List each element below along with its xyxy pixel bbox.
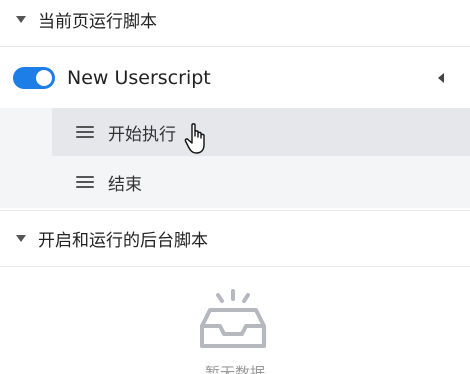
expand-triangle-icon [16, 15, 26, 23]
current-page-scripts-header[interactable]: 当前页运行脚本 [0, 0, 470, 38]
menu-item-label: 开始执行 [108, 124, 176, 145]
divider [0, 210, 470, 211]
popup-panel: 当前页运行脚本 New Userscript 开始执行 结束 开启和运行的后台脚… [0, 0, 470, 374]
divider [0, 46, 470, 47]
script-name: New Userscript [67, 67, 211, 89]
section-title: 当前页运行脚本 [38, 11, 157, 32]
menu-lines-icon [76, 126, 94, 138]
menu-item-label: 结束 [108, 174, 142, 195]
script-enable-toggle[interactable] [13, 67, 55, 89]
empty-inbox-icon [200, 289, 266, 348]
menu-item-start[interactable]: 开始执行 [52, 108, 470, 156]
script-menu-list: 开始执行 结束 [0, 108, 470, 208]
divider [0, 266, 470, 267]
empty-state-text: 暂无数据 [204, 364, 265, 374]
hand-cursor-icon [184, 123, 205, 154]
collapse-caret-icon[interactable] [438, 73, 444, 83]
menu-item-end[interactable]: 结束 [52, 158, 470, 206]
script-row[interactable]: New Userscript [0, 50, 470, 106]
menu-lines-icon [76, 176, 94, 188]
expand-triangle-icon [16, 234, 26, 242]
background-scripts-header[interactable]: 开启和运行的后台脚本 [0, 218, 470, 258]
toggle-knob [36, 70, 52, 86]
section-title: 开启和运行的后台脚本 [38, 230, 208, 251]
